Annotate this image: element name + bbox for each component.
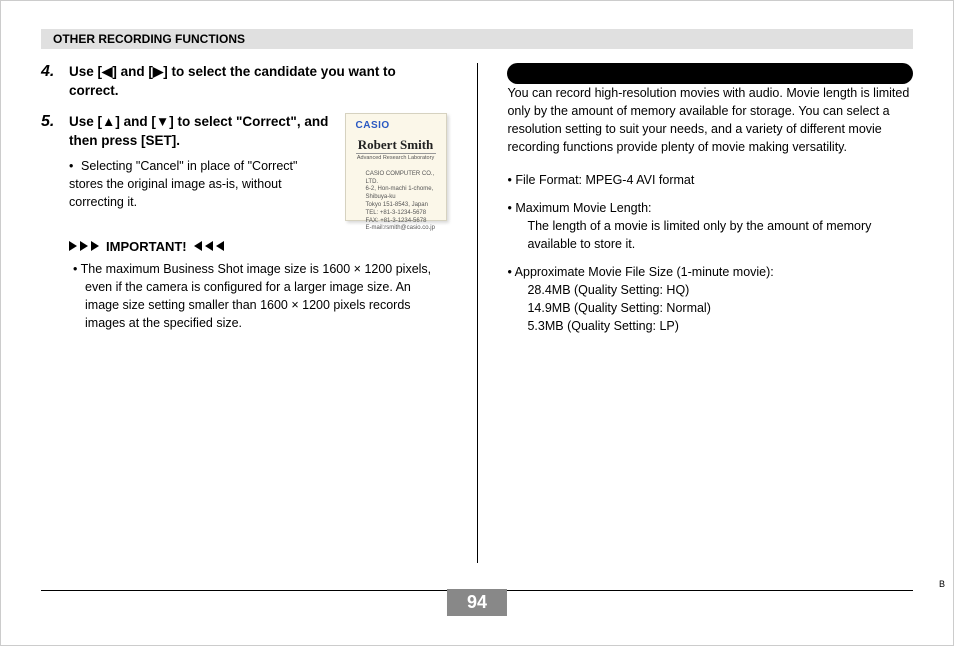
important-heading: IMPORTANT! (41, 239, 447, 254)
item-sub: 5.3MB (Quality Setting: LP) (517, 317, 913, 335)
spec-list: • File Format: MPEG-4 AVI format • Maxim… (507, 171, 913, 336)
card-line: 6-2, Hon-machi 1-chome, Shibuya-ku (366, 186, 436, 202)
intro-paragraph: You can record high-resolution movies wi… (507, 84, 913, 157)
triangle-right-icon (69, 241, 77, 251)
step-note: •Selecting "Cancel" in place of "Correct… (69, 157, 335, 211)
item-sub: 14.9MB (Quality Setting: Normal) (517, 299, 913, 317)
important-content: The maximum Business Shot image size is … (81, 262, 432, 330)
triangle-left-icon (216, 241, 224, 251)
bullet-icon: • (73, 262, 77, 276)
triangle-left-icon (194, 241, 202, 251)
step-5: 5. Use [▲] and [▼] to select "Correct", … (41, 113, 447, 221)
step-text: Use [◀] and [▶] to select the candidate … (69, 63, 447, 101)
step-4: 4. Use [◀] and [▶] to select the candida… (41, 63, 447, 101)
card-line: TEL: +81-3-1234-5678 (366, 210, 436, 218)
column-divider (477, 63, 478, 563)
item-head: Approximate Movie File Size (1-minute mo… (515, 265, 774, 279)
triangle-right-icon (80, 241, 88, 251)
card-line: CASIO COMPUTER CO., LTD. (366, 171, 436, 187)
triangle-right-icon (91, 241, 99, 251)
important-label: IMPORTANT! (106, 239, 187, 254)
list-item: • File Format: MPEG-4 AVI format (507, 171, 913, 189)
item-head: File Format: MPEG-4 AVI format (515, 173, 694, 187)
two-column-layout: 4. Use [◀] and [▶] to select the candida… (41, 63, 913, 563)
list-item: • Maximum Movie Length: The length of a … (507, 199, 913, 253)
bullet-icon: • (507, 173, 511, 187)
step-number: 4. (41, 63, 69, 101)
triangle-left-icon (205, 241, 213, 251)
card-logo: CASIO (356, 120, 436, 131)
list-item: • Approximate Movie File Size (1-minute … (507, 263, 913, 336)
note-text: Selecting "Cancel" in place of "Correct"… (69, 159, 297, 209)
corner-mark: B (939, 579, 945, 589)
section-header: OTHER RECORDING FUNCTIONS (41, 29, 913, 49)
item-head: Maximum Movie Length: (515, 201, 651, 215)
important-text: • The maximum Business Shot image size i… (41, 260, 447, 333)
page-number: 94 (447, 589, 507, 616)
manual-page: OTHER RECORDING FUNCTIONS 4. Use [◀] and… (0, 0, 954, 646)
right-column: Recording a Movie You can record high-re… (507, 63, 913, 563)
step-text: Use [▲] and [▼] to select "Correct", and… (69, 113, 335, 151)
item-sub: 28.4MB (Quality Setting: HQ) (517, 281, 913, 299)
bullet-icon: • (507, 201, 511, 215)
card-line: FAX: +81-3-1234-5678 (366, 218, 436, 226)
card-name: Robert Smith (356, 137, 436, 153)
card-subtitle: Advanced Research Laboratory (356, 155, 436, 161)
item-sub: The length of a movie is limited only by… (517, 217, 913, 253)
step-number: 5. (41, 113, 69, 221)
section-title-pill: Recording a Movie (507, 63, 913, 84)
card-details: CASIO COMPUTER CO., LTD. 6-2, Hon-machi … (356, 171, 436, 233)
card-underline (356, 153, 436, 154)
card-line: E-mail:rsmith@casio.co.jp (366, 225, 436, 233)
bullet-icon: • (507, 265, 511, 279)
card-line: Tokyo 151-8543, Japan (366, 202, 436, 210)
business-card-image: CASIO Robert Smith Advanced Research Lab… (345, 113, 447, 221)
bullet-icon: • (69, 157, 81, 175)
left-column: 4. Use [◀] and [▶] to select the candida… (41, 63, 447, 563)
page-footer: 94 (41, 590, 913, 591)
section-title: Recording a Movie (511, 63, 913, 84)
